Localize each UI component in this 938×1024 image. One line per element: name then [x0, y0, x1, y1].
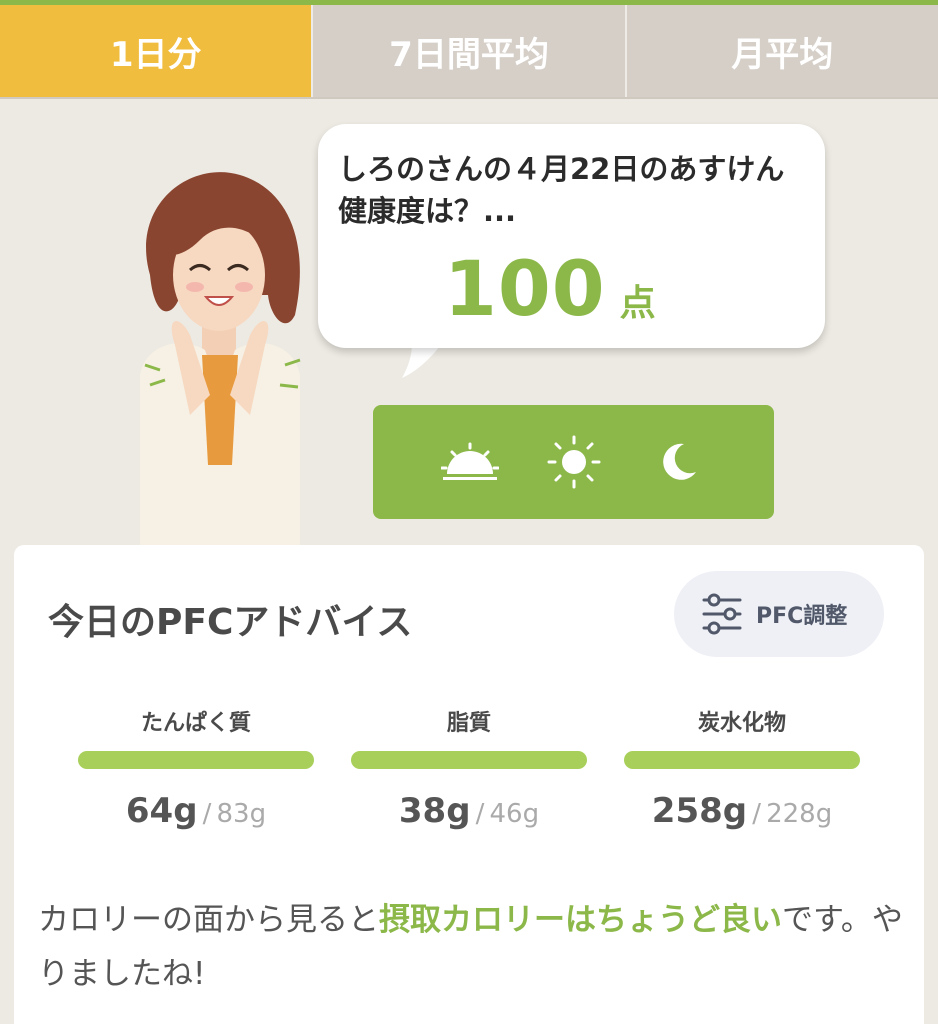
macro-values: 258g / 228g: [624, 791, 860, 831]
meal-time-selector[interactable]: [373, 405, 774, 519]
pfc-advice-card: 今日のPFCアドバイス PFC調整 たんぱく質 64g / 83g 脂質 38g…: [14, 545, 924, 1024]
macro-separator: /: [202, 799, 212, 829]
sun-icon[interactable]: [544, 432, 604, 492]
pfc-advice-title: 今日のPFCアドバイス: [48, 602, 413, 643]
pfc-adjust-label: PFC調整: [756, 604, 848, 629]
macro-progress-bar: [78, 751, 314, 769]
macro-target: 228g: [766, 799, 833, 829]
macro-name: 炭水化物: [697, 711, 786, 736]
macro-progress-bar: [351, 751, 587, 769]
macro-name: 脂質: [446, 711, 491, 736]
sliders-icon: [702, 593, 742, 635]
macro-fat: 脂質 38g / 46g: [351, 705, 587, 831]
sunrise-icon[interactable]: [440, 432, 500, 492]
health-score-value: 100: [444, 244, 606, 333]
tab-seven-day-average[interactable]: 7日間平均: [311, 5, 625, 97]
advice-highlight: 摂取カロリーはちょうど良い: [379, 902, 782, 938]
macro-name: たんぱく質: [140, 711, 251, 736]
pfc-advice-message: カロリーの面から見ると摂取カロリーはちょうど良いです。やりましたね!: [38, 893, 908, 1001]
macro-intake: 38g: [398, 791, 471, 831]
health-score-unit: 点: [619, 283, 656, 324]
macro-values: 64g / 83g: [78, 791, 314, 831]
speech-bubble: しろのさんの４月22日のあすけん健康度は？... 100 点: [318, 124, 825, 348]
moon-icon[interactable]: [648, 432, 708, 492]
pfc-adjust-button[interactable]: PFC調整: [674, 571, 884, 657]
macro-intake: 258g: [651, 791, 748, 831]
health-score-question: しろのさんの４月22日のあすけん健康度は？...: [338, 152, 785, 228]
macro-list: たんぱく質 64g / 83g 脂質 38g / 46g 炭水化物 258g /: [14, 705, 924, 835]
macro-protein: たんぱく質 64g / 83g: [78, 705, 314, 831]
tab-monthly-average[interactable]: 月平均: [624, 5, 938, 97]
health-score: 100 点: [444, 244, 656, 333]
macro-carbohydrate: 炭水化物 258g / 228g: [624, 705, 860, 831]
period-tabs: 1日分 7日間平均 月平均: [0, 5, 938, 99]
macro-target: 83g: [216, 799, 267, 829]
macro-progress-bar: [624, 751, 860, 769]
tab-one-day[interactable]: 1日分: [0, 5, 312, 97]
macro-separator: /: [752, 799, 761, 829]
advice-prefix: カロリーの面から見ると: [38, 902, 379, 938]
macro-intake: 64g: [125, 791, 198, 831]
macro-values: 38g / 46g: [351, 791, 587, 831]
advisor-character-illustration: [140, 172, 301, 545]
macro-target: 46g: [489, 799, 540, 829]
macro-separator: /: [475, 799, 485, 829]
